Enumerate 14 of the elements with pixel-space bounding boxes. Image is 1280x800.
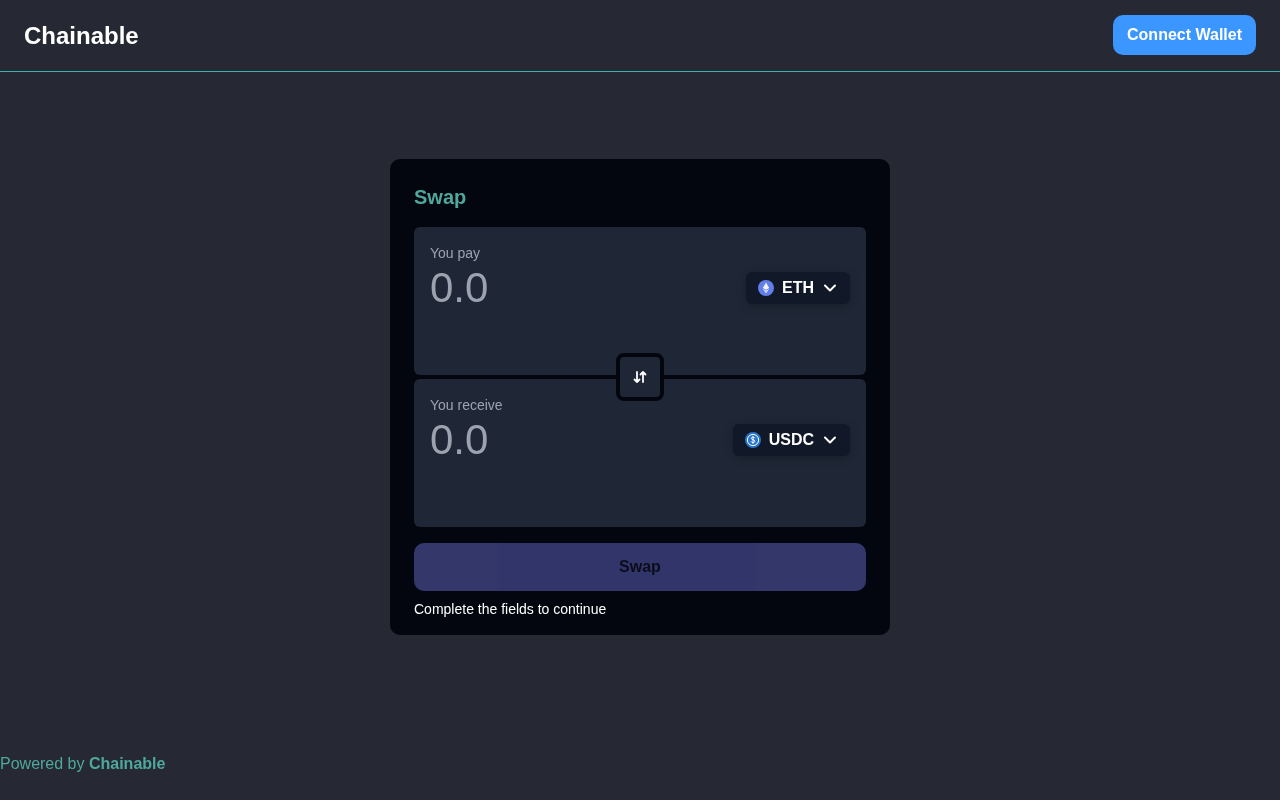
swap-arrows-icon (633, 370, 647, 384)
amount-input[interactable]: 0.0 (430, 263, 650, 313)
swap-title: Swap (414, 185, 468, 210)
field-label: You pay (430, 244, 481, 263)
hint-text: Complete the fields to continue (414, 600, 608, 619)
powered-by-text: Powered by Chainable (0, 755, 166, 772)
amount-input[interactable]: 0.0 (430, 415, 650, 465)
app-logo-text: Chainable (24, 21, 139, 50)
swap-direction-button[interactable] (616, 353, 664, 401)
token-select-button[interactable]: ETH (746, 272, 850, 304)
field-label: You receive (430, 396, 503, 415)
dollar-coin-icon (744, 432, 761, 448)
token-select-button[interactable]: USDC (732, 424, 850, 456)
ether-coin-icon (758, 280, 774, 296)
